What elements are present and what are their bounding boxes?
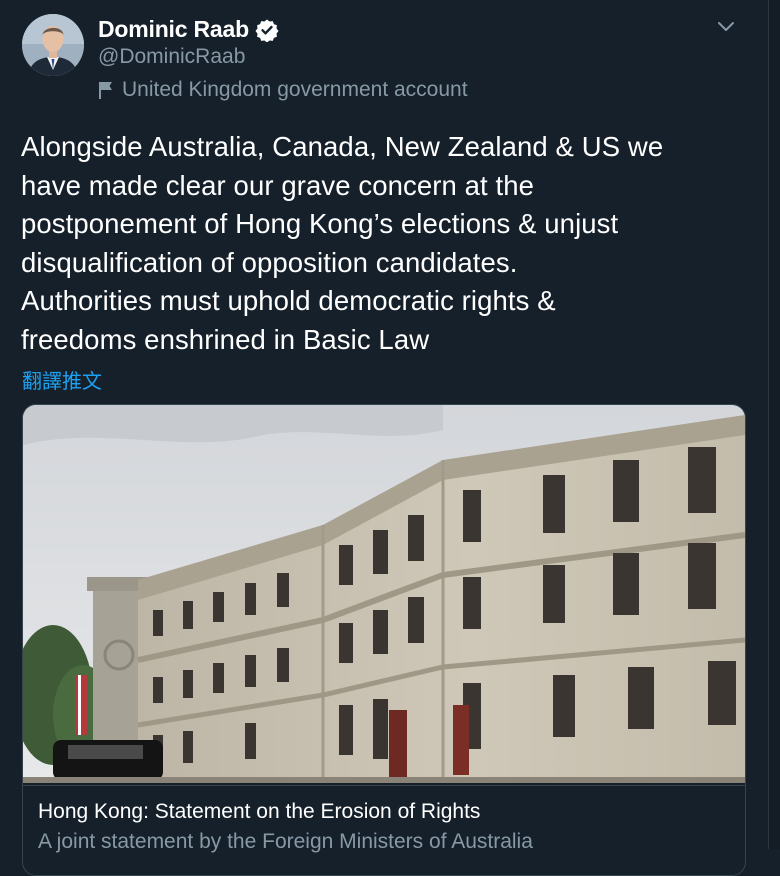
card-description: A joint statement by the Foreign Ministe… (38, 830, 533, 853)
government-account-text: United Kingdom government account (122, 78, 468, 101)
author-name[interactable]: Dominic Raab (98, 16, 249, 43)
author-name-row: Dominic Raab (98, 16, 279, 43)
card-title[interactable]: Hong Kong: Statement on the Erosion of R… (38, 800, 730, 824)
card-body: Hong Kong: Statement on the Erosion of R… (23, 785, 745, 868)
scrollbar[interactable] (769, 0, 780, 849)
avatar[interactable] (22, 14, 84, 76)
flag-icon (99, 82, 112, 99)
author-handle[interactable]: @DominicRaab (98, 45, 245, 69)
chevron-down-icon[interactable] (716, 16, 736, 36)
card-image (23, 405, 745, 783)
government-account-label: United Kingdom government account (98, 78, 468, 102)
tweet-text: Alongside Australia, Canada, New Zealand… (21, 131, 664, 355)
link-card[interactable]: Hong Kong: Statement on the Erosion of R… (22, 404, 746, 876)
translate-tweet-link[interactable]: 翻譯推文 (22, 365, 102, 394)
verified-badge-icon (255, 19, 279, 42)
tweet: Dominic Raab @DominicRaab United Kingdom… (0, 0, 769, 876)
